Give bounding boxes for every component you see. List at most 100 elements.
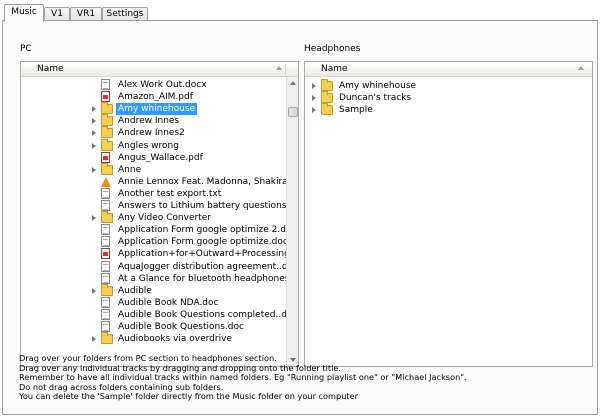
item-label: Amy whinehouse [339,81,417,91]
pc-section-label: PC [20,44,32,54]
expand-arrow-icon[interactable] [92,215,96,222]
item-label: Sample [339,105,373,115]
item-label: AquaJogger distribution agreement..doc [118,261,298,272]
item-label: Application+for+Outward+Processing+Re... [118,249,299,260]
pc-tree-item[interactable]: Andrew Innes [21,114,287,127]
headphones-column-header-label: Name [321,64,348,74]
folder-icon [321,103,333,115]
item-label: Duncan's tracks [339,93,412,103]
doc-icon [101,187,110,199]
folder-icon [101,162,113,175]
headphones-section-label: Headphones [304,44,361,54]
expand-arrow-icon[interactable] [92,130,96,137]
folder-icon [101,211,113,224]
expand-arrow-icon[interactable] [312,83,316,89]
pc-tree-item[interactable]: Alex Work Out.docx [21,79,287,91]
pc-tree-item[interactable]: Application Form google optimize 2.doc [21,224,296,236]
expand-arrow-icon[interactable] [92,166,96,173]
item-label: Andrew Innes2 [118,128,185,139]
item-label: Audible Book Questions completed..doc [118,309,298,320]
doc-icon [101,296,110,308]
pc-tree[interactable]: Name Alex Work Out.docx Amazon_AIM.pdf Amy… [20,61,299,367]
instructions-text: Drag over your folders from PC section t… [19,353,467,402]
pc-tree-item[interactable]: AquaJogger distribution agreement..doc [21,260,298,273]
expand-arrow-icon[interactable] [92,142,96,149]
pc-column-header[interactable]: Name [21,62,298,77]
sort-ascending-icon [578,66,584,70]
folder-icon [101,332,113,345]
pc-tree-item[interactable]: Anne [21,162,287,176]
headphones-tree-item[interactable]: Duncan's tracks [305,91,591,104]
item-label: Alex Work Out.docx [118,80,207,90]
scroll-up-arrow-icon[interactable] [290,81,296,85]
expand-arrow-icon[interactable] [92,336,96,343]
pdf-icon [101,151,110,163]
pc-tree-item[interactable]: Audible Book Questions completed..doc [21,308,297,321]
pc-tree-item[interactable]: Audiobooks via overdrive [21,332,287,345]
pc-tree-item[interactable]: Annie Lennox Feat. Madonna, Shakira, Pin… [21,176,298,188]
item-label: Anne [118,164,142,175]
item-label: Annie Lennox Feat. Madonna, Shakira, Pin… [118,176,299,187]
pc-tree-item[interactable]: Audible Book NDA.doc [21,296,287,309]
doc-icon [101,308,110,320]
item-label: Audible [118,285,152,296]
pc-tree-item[interactable]: Andrew Innes2 [21,126,287,139]
doc-icon [101,260,110,272]
item-label: Audible Book Questions.doc [118,322,244,332]
headphones-tree-item[interactable]: Sample [305,103,591,116]
folder-icon [101,283,113,296]
instruction-line: You can delete the 'Sample' folder direc… [19,391,359,402]
folder-icon [101,126,113,139]
pdf-icon [101,248,110,260]
headphones-tree-item[interactable]: Amy whinehouse [305,79,591,92]
doc-icon [101,321,110,332]
pc-tree-item[interactable]: Application+for+Outward+Processing+Re... [21,248,298,260]
pc-vertical-scrollbar[interactable] [286,77,298,366]
expand-arrow-icon[interactable] [312,107,316,113]
doc-icon [101,224,110,236]
expand-arrow-icon[interactable] [92,118,96,125]
pdf-icon [101,91,110,103]
folder-icon [321,79,333,91]
item-label: Any Video Converter [118,213,211,224]
expand-arrow-icon[interactable] [92,287,96,294]
folder-icon [101,102,113,115]
doc-icon [101,79,110,90]
pc-tree-item[interactable]: Angus_Wallace.pdf [21,151,287,164]
pc-tree-item[interactable]: Another test export.txt [21,187,287,200]
headphones-tree[interactable]: Name Amy whinehouse Duncan's tracks Sample [304,61,593,367]
cone-icon [101,176,111,187]
pc-tree-item[interactable]: Amazon_AIM.pdf [21,91,287,103]
pc-tree-item[interactable]: Answers to Lithium battery questions..do… [21,200,298,212]
item-label: Angus_Wallace.pdf [118,152,203,163]
pc-tree-item[interactable]: Audible Book Questions.doc [21,321,287,333]
folder-icon [321,91,333,103]
pc-tree-item[interactable]: At a Glance for bluetooth headphones..do… [21,272,298,285]
pc-tree-item[interactable]: Application Form google optimize.doc [21,236,288,248]
tab-music[interactable]: Music [4,4,44,22]
item-label: Answers to Lithium battery questions..do… [118,201,299,211]
doc-icon [101,236,110,248]
expand-arrow-icon[interactable] [312,95,316,101]
column-separator [285,64,286,74]
item-label: Application Form google optimize.doc [118,237,288,248]
item-label: Application Form google optimize 2.doc [118,225,297,236]
scrollbar-thumb[interactable] [288,107,298,117]
pc-tree-item[interactable]: Angles wrong [21,138,287,152]
expand-arrow-icon[interactable] [92,106,96,113]
folder-icon [101,138,113,151]
pc-tree-item[interactable]: Amy whinehouse [21,102,287,116]
doc-icon [101,200,110,211]
folder-icon [101,114,113,127]
item-label: Audible Book NDA.doc [118,297,219,308]
headphones-column-header[interactable]: Name [305,62,592,77]
item-label: Amy whinehouse [116,103,198,116]
item-label: At a Glance for bluetooth headphones..do… [118,273,299,284]
doc-icon [101,272,110,284]
item-label: Another test export.txt [118,188,222,199]
pc-tree-item[interactable]: Any Video Converter [21,211,287,224]
item-label: Angles wrong [118,140,179,151]
sort-ascending-icon [276,66,282,70]
item-label: Amazon_AIM.pdf [118,92,193,103]
pc-tree-item[interactable]: Audible [21,283,287,297]
